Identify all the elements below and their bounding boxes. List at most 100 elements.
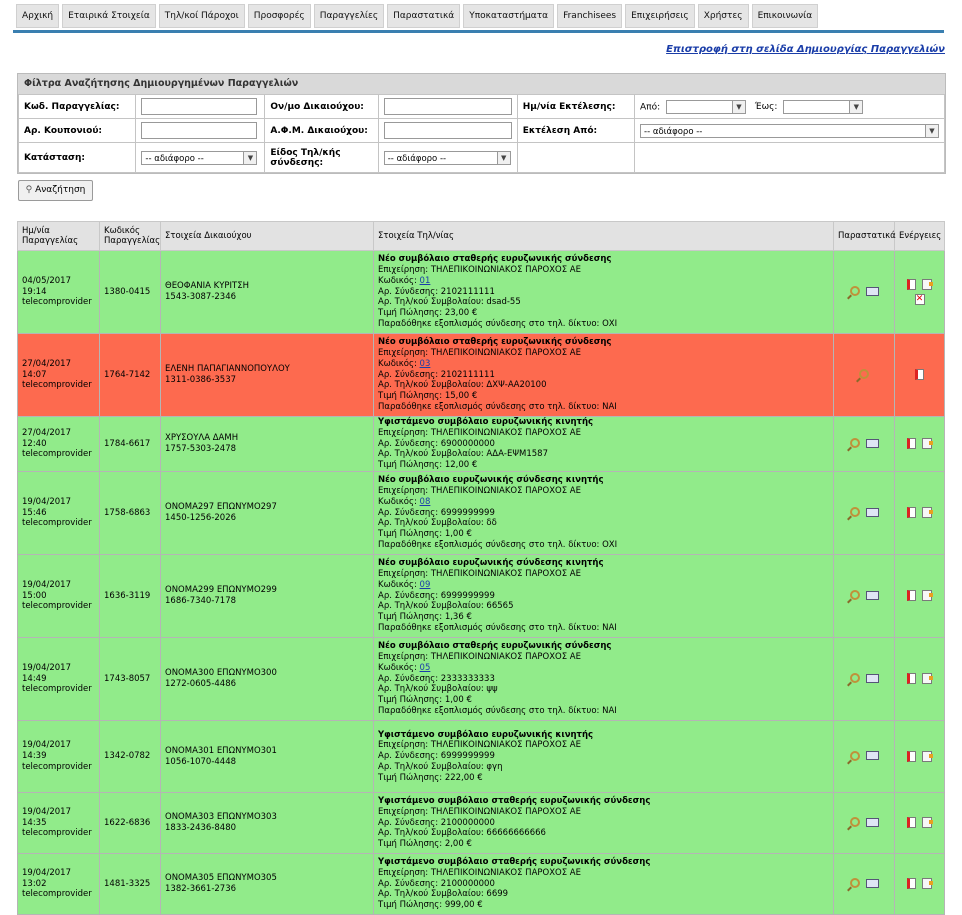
order-date: 27/04/2017 14:07 — [22, 358, 71, 380]
nav-tab[interactable]: Επικοινωνία — [751, 4, 819, 28]
order-code-input[interactable] — [141, 98, 258, 115]
back-to-create-orders-link[interactable]: Επιστροφή στη σελίδα Δημιουργίας Παραγγε… — [666, 44, 945, 55]
invoice-card-icon[interactable] — [865, 590, 879, 600]
view-document-icon[interactable] — [849, 750, 860, 761]
conn-line: Αρ. Σύνδεσης: 2100000000 — [378, 878, 495, 889]
view-document-icon[interactable] — [849, 817, 860, 828]
invoice-card-icon[interactable] — [865, 751, 879, 761]
contract-line: Αρ. Τηλ/κού Συμβολαίου: δδ — [378, 518, 497, 529]
document-icon[interactable] — [907, 817, 916, 829]
conn-type-select[interactable]: -- αδιάφορο -- ▼ — [383, 150, 511, 165]
invoice-card-icon[interactable] — [865, 817, 879, 827]
invoice-card-icon[interactable] — [865, 673, 879, 683]
order-code: 1342-0782 — [104, 751, 151, 762]
invoice-card-icon[interactable] — [865, 438, 879, 448]
table-row: 19/04/2017 15:00 telecomprovider 1636-3119… — [17, 554, 945, 638]
code-label: Κωδικός: — [378, 358, 420, 369]
view-document-icon[interactable] — [849, 590, 860, 601]
nav-divider — [13, 30, 944, 33]
search-button[interactable]: ⚲ Αναζήτηση — [18, 180, 93, 201]
nav-tab[interactable]: Αρχική — [16, 4, 60, 28]
contract-type: Νέο συμβόλαιο σταθερής ευρυζωνικής σύνδε… — [378, 254, 612, 265]
holder-phone: 1450-1256-2026 — [165, 513, 237, 523]
document-icon[interactable] — [907, 507, 916, 519]
column-header: Στοιχεία Δικαιούχου — [160, 221, 374, 251]
nav-tab[interactable]: Παραστατικά — [387, 4, 461, 28]
table-row: 19/04/2017 13:02 telecomprovider 1481-3325… — [17, 853, 945, 915]
order-date: 19/04/2017 15:46 — [22, 496, 71, 518]
order-user: telecomprovider — [22, 889, 92, 900]
search-filters-panel: Φίλτρα Αναζήτησης Δημιουργημένων Παραγγε… — [17, 73, 946, 174]
contract-type: Υφιστάμενο συμβόλαιο σταθερής ευρυζωνική… — [378, 857, 651, 867]
price-line: Τιμή Πώλησης: 23,00 € — [378, 308, 478, 319]
view-document-icon[interactable] — [849, 507, 860, 518]
edit-icon[interactable] — [922, 750, 933, 762]
document-icon[interactable] — [907, 750, 916, 762]
order-code: 1784-6617 — [104, 438, 151, 449]
column-header: Ημ/νία Παραγγελίας — [17, 221, 100, 251]
holder-name: ΘΕΟΦΑΝΙΑ ΚΥΡΙΤΣΗ — [165, 281, 249, 292]
conn-line: Αρ. Σύνδεσης: 2100000000 — [378, 817, 495, 828]
edit-icon[interactable] — [922, 438, 933, 450]
document-icon[interactable] — [907, 438, 916, 450]
edit-icon[interactable] — [922, 590, 933, 602]
document-icon[interactable] — [907, 878, 916, 890]
column-header: Στοιχεία Τηλ/νίας — [373, 221, 834, 251]
view-document-icon[interactable] — [849, 878, 860, 889]
main-nav: Αρχική Εταιρικά Στοιχεία Τηλ/κοί Πάροχοι Πρ… — [16, 4, 819, 28]
edit-icon[interactable] — [922, 878, 933, 890]
contract-line: Αρ. Τηλ/κού Συμβολαίου: 66666666666 — [378, 828, 546, 839]
document-icon[interactable] — [907, 673, 916, 685]
document-icon[interactable] — [907, 278, 916, 290]
view-document-icon[interactable] — [859, 369, 869, 380]
code-link[interactable]: 01 — [420, 276, 431, 286]
code-link[interactable]: 08 — [420, 497, 431, 507]
exec-from-value: -- αδιάφορο -- — [644, 126, 703, 137]
view-document-icon[interactable] — [849, 438, 860, 449]
invoice-card-icon[interactable] — [865, 507, 879, 517]
nav-tab[interactable]: Τηλ/κοί Πάροχοι — [158, 4, 245, 28]
document-icon[interactable] — [915, 369, 924, 381]
edit-icon[interactable] — [922, 817, 933, 829]
date-from-select[interactable]: ▼ — [666, 99, 746, 114]
edit-icon[interactable] — [922, 507, 933, 519]
conn-type-label: Είδος Τηλ/κής σύνδεσης: — [264, 142, 379, 173]
conn-line: Αρ. Σύνδεσης: 6999999999 — [378, 507, 495, 518]
order-date: 19/04/2017 13:02 — [22, 867, 71, 889]
invoice-card-icon[interactable] — [865, 878, 879, 888]
exec-from-select[interactable]: -- αδιάφορο -- ▼ — [640, 123, 939, 138]
document-icon[interactable] — [907, 590, 916, 602]
afm-input[interactable] — [383, 122, 512, 139]
code-link[interactable]: 03 — [420, 359, 431, 369]
nav-tab[interactable]: Εταιρικά Στοιχεία — [62, 4, 156, 28]
nav-tab[interactable]: Χρήστες — [697, 4, 749, 28]
code-label: Κωδικός: — [378, 496, 420, 507]
column-header: Κωδικός Παραγγελίας — [99, 221, 161, 251]
afm-label: Α.Φ.Μ. Δικαιούχου: — [264, 118, 379, 143]
code-link[interactable]: 05 — [420, 663, 431, 673]
company-line: Επιχείρηση: ΤΗΛΕΠΙΚΟΙΝΩΝΙΑΚΟΣ ΠΑΡΟΧΟΣ ΑΕ — [378, 265, 581, 275]
delete-icon[interactable]: ✕ — [914, 294, 925, 306]
conn-line: Αρ. Σύνδεσης: 2102111111 — [378, 286, 495, 297]
holder-phone: 1382-3661-2736 — [165, 884, 237, 894]
holder-phone: 1757-5303-2478 — [165, 444, 237, 454]
nav-tab[interactable]: Υποκαταστήματα — [463, 4, 555, 28]
nav-tab[interactable]: Επιχειρήσεις — [625, 4, 695, 28]
edit-icon[interactable] — [922, 673, 933, 685]
equip-line: Παραδόθηκε εξοπλισμός σύνδεσης στο τηλ. … — [378, 318, 618, 329]
order-code: 1764-7142 — [104, 369, 151, 380]
invoice-card-icon[interactable] — [865, 286, 879, 296]
view-document-icon[interactable] — [849, 286, 860, 297]
nav-tab[interactable]: Προσφορές — [247, 4, 311, 28]
code-link[interactable]: 09 — [420, 580, 431, 590]
nav-tab[interactable]: Franchisees — [557, 4, 623, 28]
status-select[interactable]: -- αδιάφορο -- ▼ — [141, 150, 258, 165]
holder-name-input[interactable] — [383, 98, 512, 115]
coupon-input[interactable] — [141, 122, 258, 139]
date-to-select[interactable]: ▼ — [783, 99, 864, 114]
view-document-icon[interactable] — [849, 673, 860, 684]
code-label: Κωδικός: — [378, 275, 420, 286]
nav-tab[interactable]: Παραγγελίες — [313, 4, 385, 28]
chevron-down-icon: ▼ — [732, 100, 745, 113]
edit-icon[interactable] — [922, 278, 933, 290]
